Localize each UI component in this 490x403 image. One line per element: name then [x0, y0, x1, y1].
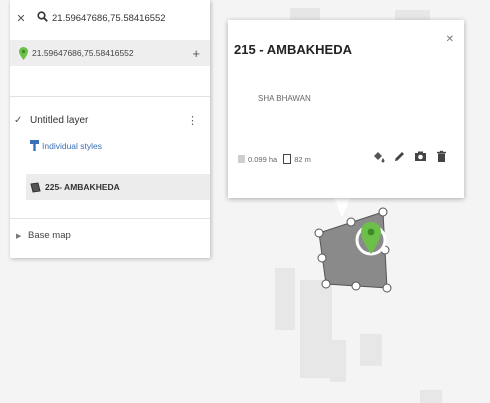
popup-title: 215 - AMBAKHEDA — [234, 42, 352, 57]
vertex-handle[interactable] — [346, 217, 356, 227]
popup-description: SHA BHAWAN — [258, 94, 311, 103]
vertex-handle[interactable] — [351, 281, 361, 291]
vertex-handle[interactable] — [382, 283, 392, 293]
feature-measurements: 0.099 ha 82 m — [238, 154, 311, 164]
trash-icon[interactable] — [435, 150, 448, 163]
vertex-handle[interactable] — [378, 207, 388, 217]
popup-pointer — [334, 198, 350, 218]
camera-icon[interactable] — [414, 150, 427, 163]
vertex-handle[interactable] — [317, 253, 327, 263]
vertex-handle[interactable] — [321, 279, 331, 289]
vertex-handle[interactable] — [314, 228, 324, 238]
perimeter-icon — [283, 154, 292, 164]
perimeter-value: 82 m — [294, 154, 311, 164]
fill-color-icon[interactable] — [372, 150, 385, 163]
pencil-icon[interactable] — [393, 150, 406, 163]
close-icon[interactable]: ✕ — [446, 34, 454, 45]
feature-info-popup: 215 - AMBAKHEDA ✕ SHA BHAWAN 0.099 ha 82… — [228, 20, 464, 198]
popup-toolbar — [372, 150, 448, 163]
area-icon — [238, 155, 245, 163]
area-value: 0.099 ha — [248, 154, 278, 164]
